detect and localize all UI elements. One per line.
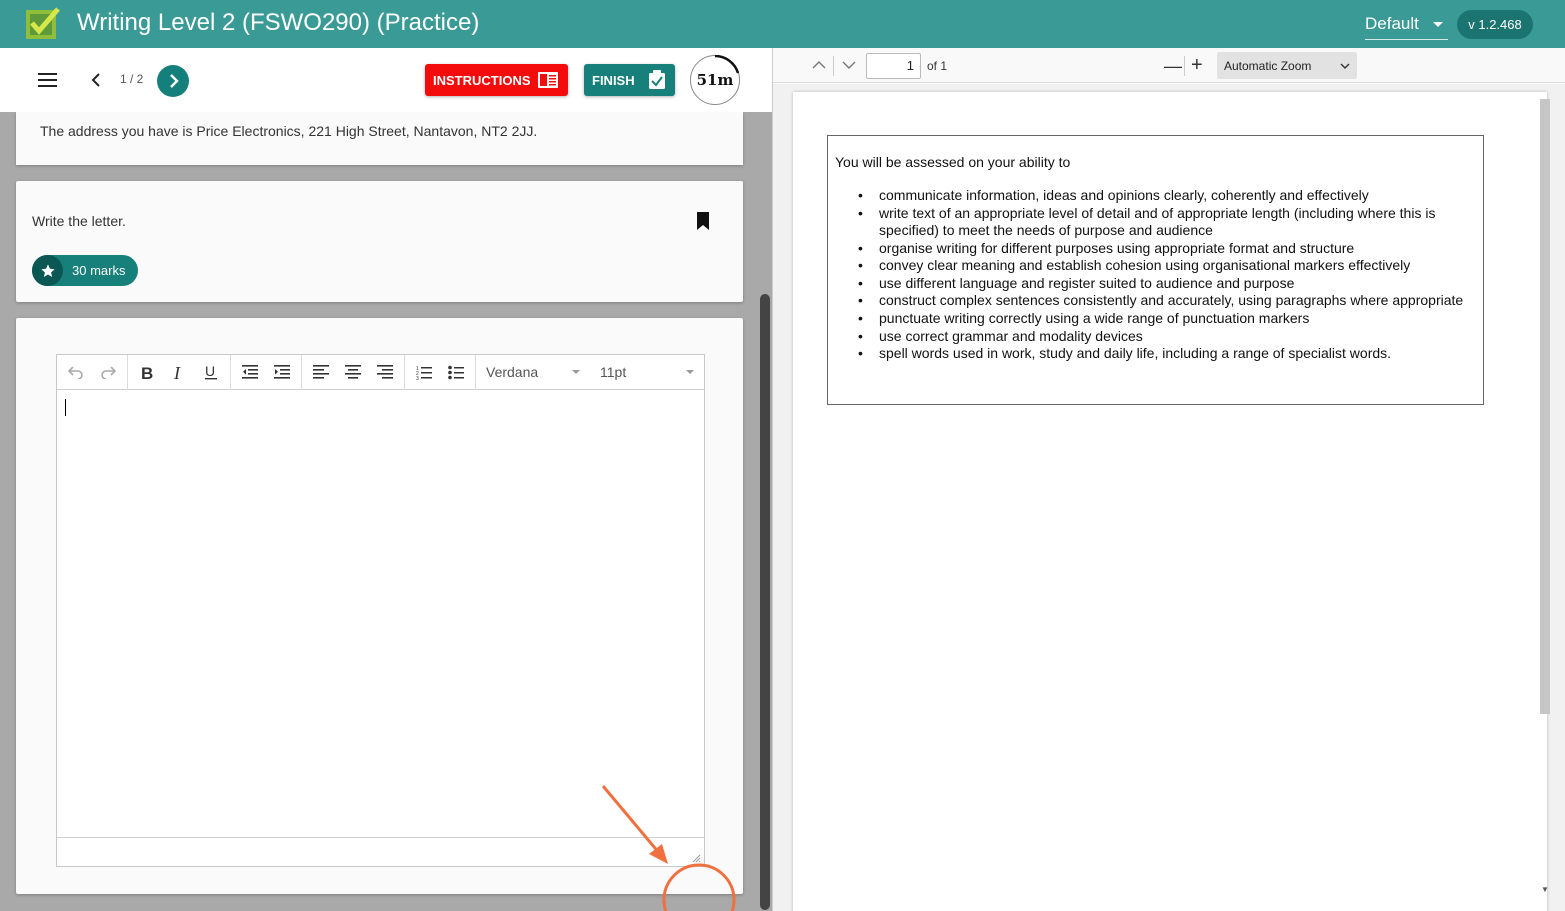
chevron-down-icon	[686, 370, 694, 374]
underline-icon[interactable]: U	[195, 355, 227, 390]
undo-icon[interactable]	[60, 355, 92, 390]
zoom-in-icon[interactable]: +	[1191, 54, 1203, 77]
left-scrollbar[interactable]	[760, 294, 770, 910]
list-item: use different language and register suit…	[858, 275, 1469, 293]
outdent-icon[interactable]	[234, 355, 266, 390]
redo-icon[interactable]	[92, 355, 124, 390]
zoom-out-icon[interactable]: —	[1164, 56, 1182, 77]
zoom-select[interactable]: Automatic Zoom	[1217, 52, 1357, 79]
finish-button[interactable]: FINISH	[584, 64, 675, 96]
numbered-list-icon[interactable]: 123	[408, 355, 440, 390]
chevron-right-icon	[170, 74, 179, 88]
question-pane: 1 / 2 INSTRUCTIONS FINISH 51m The addres…	[0, 48, 772, 911]
marks-label: 30 marks	[72, 263, 126, 278]
next-page-button[interactable]	[157, 65, 189, 97]
pdf-scrollbar[interactable]	[1540, 99, 1550, 714]
scroll-down-arrow-icon[interactable]: ▼	[1541, 885, 1549, 894]
page-counter: 1 / 2	[120, 72, 144, 86]
editor-toolbar: B I U 123 Verdana 11pt	[57, 354, 704, 390]
app-logo-icon	[26, 7, 60, 39]
page-number-input[interactable]: 1	[866, 53, 921, 79]
list-item: use correct grammar and modality devices	[858, 328, 1469, 346]
task-card: Write the letter. 30 marks	[16, 181, 743, 302]
list-item: spell words used in work, study and dail…	[858, 345, 1469, 363]
list-item: organise writing for different purposes …	[858, 240, 1469, 258]
timer-arc-icon	[714, 55, 740, 74]
list-item: construct complex sentences consistently…	[858, 292, 1469, 310]
svg-text:3: 3	[416, 376, 419, 380]
star-icon	[32, 255, 63, 286]
instructions-label: INSTRUCTIONS	[433, 72, 531, 88]
pdf-toolbar: 1 of 1 — + Automatic Zoom	[773, 48, 1565, 83]
pdf-page: You will be assessed on your ability to …	[793, 92, 1547, 911]
instructions-button[interactable]: INSTRUCTIONS	[425, 64, 568, 96]
criteria-intro: You will be assessed on your ability to	[835, 154, 1071, 170]
book-icon	[538, 72, 558, 88]
font-size-select[interactable]: 11pt	[590, 355, 704, 390]
chevron-down-icon[interactable]	[841, 57, 857, 73]
bold-icon[interactable]: B	[131, 355, 163, 390]
chevron-down-icon	[1433, 22, 1443, 27]
assessment-criteria-box: You will be assessed on your ability to …	[827, 135, 1484, 405]
chevron-down-icon	[1340, 63, 1350, 69]
text-cursor	[65, 399, 66, 416]
align-center-icon[interactable]	[337, 355, 369, 390]
editor-text-area[interactable]	[57, 391, 704, 837]
chevron-down-icon	[572, 370, 580, 374]
zoom-select-value: Automatic Zoom	[1224, 58, 1312, 73]
theme-select-value: Default	[1365, 14, 1419, 33]
svg-text:U: U	[205, 364, 215, 379]
align-left-icon[interactable]	[305, 355, 337, 390]
font-family-value: Verdana	[486, 364, 539, 380]
criteria-list: communicate information, ideas and opini…	[858, 187, 1469, 363]
pdf-viewer: 1 of 1 — + Automatic Zoom You will be as…	[772, 48, 1565, 911]
theme-select[interactable]: Default	[1365, 10, 1448, 40]
version-badge: v 1.2.468	[1457, 10, 1533, 39]
list-item: convey clear meaning and establish cohes…	[858, 257, 1469, 275]
bullet-list-icon[interactable]	[440, 355, 472, 390]
question-toolbar: 1 / 2 INSTRUCTIONS FINISH 51m	[0, 48, 772, 112]
marks-chip: 30 marks	[32, 255, 138, 286]
finish-label: FINISH	[592, 72, 635, 88]
svg-text:I: I	[173, 365, 181, 380]
address-text: The address you have is Price Electronic…	[40, 123, 538, 139]
clipboard-check-icon	[649, 70, 665, 89]
page-total-label: of 1	[927, 59, 948, 73]
list-item: write text of an appropriate level of de…	[858, 205, 1469, 240]
list-item: punctuate writing correctly using a wide…	[858, 310, 1469, 328]
timer: 51m	[690, 55, 740, 105]
italic-icon[interactable]: I	[163, 355, 195, 390]
annotation-arrow-icon	[601, 785, 736, 911]
address-card: The address you have is Price Electronic…	[16, 112, 743, 165]
svg-text:B: B	[141, 365, 153, 380]
font-size-value: 11pt	[600, 364, 627, 380]
font-family-select[interactable]: Verdana	[476, 355, 590, 390]
list-item: communicate information, ideas and opini…	[858, 187, 1469, 205]
bookmark-icon[interactable]	[696, 212, 710, 230]
chevron-left-icon[interactable]	[88, 70, 104, 90]
chevron-up-icon[interactable]	[811, 57, 827, 73]
menu-icon[interactable]	[38, 73, 58, 87]
app-header: Writing Level 2 (FSWO290) (Practice) Def…	[0, 0, 1565, 48]
indent-icon[interactable]	[266, 355, 298, 390]
task-text: Write the letter.	[32, 213, 126, 229]
align-right-icon[interactable]	[369, 355, 401, 390]
pdf-canvas-area: You will be assessed on your ability to …	[773, 84, 1565, 911]
page-title: Writing Level 2 (FSWO290) (Practice)	[77, 9, 480, 36]
